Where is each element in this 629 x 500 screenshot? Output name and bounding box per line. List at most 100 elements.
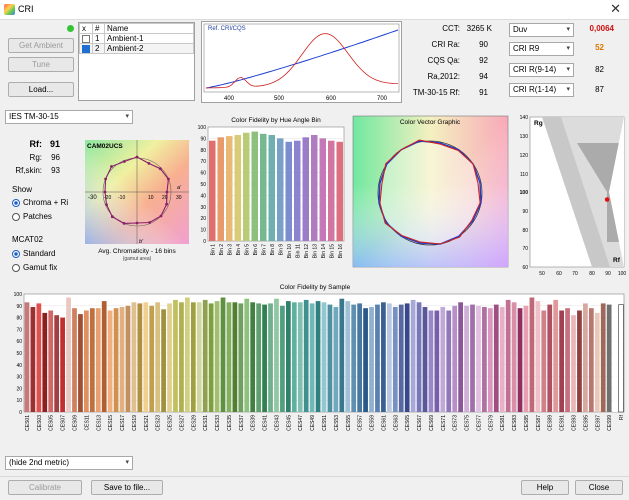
hue-bin-label: Bin 15: [329, 244, 335, 258]
sample-label: CES05: [49, 415, 55, 431]
tm30-rf-label: TM-30-15 Rf:: [412, 88, 460, 97]
hue-y-tick: 90: [200, 136, 206, 142]
sample-bar: [363, 308, 368, 412]
sample-label: CES01: [25, 415, 31, 431]
radio-icon[interactable]: [12, 212, 20, 221]
rf-rg-x-tick: 50: [539, 271, 545, 277]
hue-y-tick: 80: [200, 148, 206, 154]
row-checkbox[interactable]: [82, 44, 90, 53]
sample-bar: [24, 302, 30, 412]
hue-y-tick: 20: [200, 216, 206, 222]
second-metric-select[interactable]: (hide 2nd metric) ▾: [5, 456, 133, 470]
hue-bin-label: Bin 11: [295, 244, 301, 258]
sample-label: CES49: [310, 415, 316, 431]
gamut-bin-point: [105, 203, 108, 206]
sample-bar: [375, 304, 380, 412]
spectrum-x-tick: 400: [224, 96, 235, 102]
metric-select-duv[interactable]: Duv ▾: [509, 23, 574, 37]
hue-bin-bar: [311, 135, 318, 241]
spectrum-title: Ref. CRI/CQS: [208, 26, 246, 32]
sample-label: CES77: [477, 415, 483, 431]
sample-label: Rf: [619, 414, 625, 420]
method-select-label: IES TM-30-15: [9, 112, 59, 121]
sample-y-tick: 60: [16, 339, 22, 345]
sample-bar: [594, 312, 600, 412]
calibrate-button[interactable]: Calibrate: [8, 480, 82, 495]
chevron-down-icon: ▾: [566, 86, 570, 93]
sample-bar: [369, 307, 374, 412]
hue-bin-bar: [226, 136, 233, 241]
sample-bar: [54, 315, 60, 412]
sample-bar: [511, 302, 517, 412]
radio-icon[interactable]: [12, 198, 20, 207]
sample-bar: [285, 301, 291, 412]
sample-bar: [208, 303, 214, 412]
sample-bar: [416, 302, 422, 412]
spectrum-x-tick: 700: [377, 96, 388, 102]
spectrum-x-tick: 500: [274, 96, 285, 102]
load-button[interactable]: Load...: [8, 82, 74, 97]
metric-select-r9[interactable]: CRI R9 ▾: [509, 42, 574, 56]
close-button[interactable]: Close: [575, 480, 623, 495]
sample-bar: [577, 310, 582, 412]
show-option-patches[interactable]: Patches: [12, 212, 52, 221]
sample-bar: [256, 303, 262, 412]
gamut-tick: 10: [148, 195, 154, 201]
mcat-option-standard[interactable]: Standard: [12, 249, 55, 258]
sample-label: CES41: [263, 415, 269, 431]
vector-chart: Color Vector Graphic: [352, 115, 509, 268]
get-ambient-button[interactable]: Get Ambient: [8, 38, 74, 53]
help-button[interactable]: Help: [521, 480, 569, 495]
sample-bar: [179, 302, 184, 412]
sample-y-tick: 0: [19, 410, 22, 416]
metric-select-r1-14[interactable]: CRI R(1-14) ▾: [509, 83, 574, 97]
sample-bar: [291, 302, 297, 412]
footer-divider: [0, 476, 629, 477]
sample-bar: [541, 310, 547, 412]
sample-label: CES85: [524, 415, 530, 431]
sample-label: CES45: [286, 415, 292, 431]
rf-rg-y-tick: 100: [520, 190, 529, 196]
rf-rg-y-tick: 130: [520, 134, 529, 140]
tune-button[interactable]: Tune: [8, 57, 74, 72]
hue-y-tick: 0: [203, 239, 206, 245]
radio-icon[interactable]: [12, 263, 20, 272]
list-item[interactable]: 1 Ambient-1: [79, 33, 194, 44]
sample-bar: [250, 302, 256, 412]
row-num: 1: [92, 33, 105, 44]
hue-bin-bar: [319, 138, 326, 241]
radio-icon[interactable]: [12, 249, 20, 258]
hue-bin-title: Color Fidelity by Hue Angle Bin: [231, 117, 321, 124]
row-checkbox[interactable]: [82, 34, 90, 43]
save-to-file-button[interactable]: Save to file...: [91, 480, 163, 495]
rf-label: Rf:: [29, 139, 43, 149]
mcat-option-gamut[interactable]: Gamut fix: [12, 263, 57, 272]
gamut-chart: CAM02UCS a' b' -30 -20 -10 10 20 30 Avg.…: [84, 139, 190, 263]
gamut-tick: 20: [162, 195, 168, 201]
close-window-icon[interactable]: ✕: [610, 1, 621, 17]
list-item[interactable]: 2 Ambient-2: [79, 43, 194, 54]
row-num: 2: [92, 43, 105, 54]
gamut-subcaption: (gamut area): [123, 256, 152, 262]
cri-ra-label: CRI Ra:: [431, 40, 460, 49]
sample-bar: [565, 308, 570, 412]
sample-label: CES71: [441, 415, 447, 431]
sample-bar: [612, 304, 618, 412]
rg-value: 96: [51, 153, 60, 162]
rfskin-label: Rf,skin:: [15, 166, 42, 175]
light-list: x # Name 1 Ambient-1 2 Ambient-2: [78, 22, 195, 101]
metric-select-r9-14[interactable]: CRI R(9-14) ▾: [509, 63, 574, 77]
gamut-bin-point: [167, 177, 170, 181]
hue-bin-label: Bin 10: [287, 244, 293, 258]
ra2012-value: 94: [479, 72, 488, 81]
sample-bar: [95, 308, 101, 412]
show-option-patches-label: Patches: [23, 212, 52, 221]
mcat-option-gamut-label: Gamut fix: [23, 263, 58, 272]
metric-select-r1-14-label: CRI R(1-14): [513, 85, 557, 94]
sample-bar: [161, 309, 166, 412]
spectrum-svg: Ref. CRI/CQS 400 500 600 700: [203, 23, 400, 102]
method-select[interactable]: IES TM-30-15 ▾: [5, 110, 133, 124]
sample-bar: [303, 299, 309, 412]
r9-14-value: 82: [595, 65, 604, 74]
show-option-chroma[interactable]: Chroma + Ri: [12, 198, 68, 207]
